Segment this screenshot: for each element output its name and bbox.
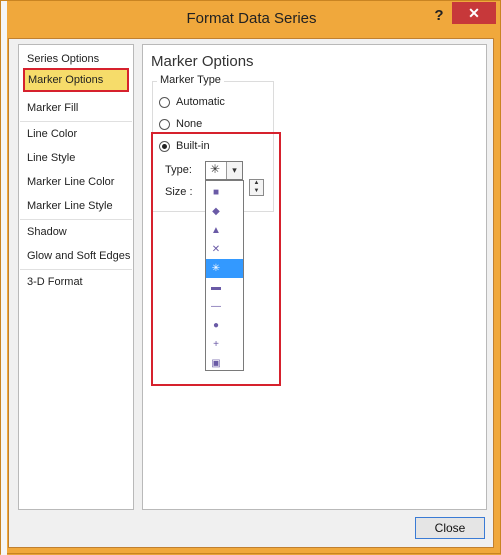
nav-item-line-color[interactable]: Line Color <box>27 128 77 140</box>
radio-none-label: None <box>176 118 203 130</box>
help-icon[interactable]: ? <box>432 7 446 24</box>
radio-none[interactable] <box>159 119 170 130</box>
nav-item-glow-soft-edges[interactable]: Glow and Soft Edges <box>27 250 130 262</box>
panel-title: Marker Options <box>151 53 254 70</box>
nav-item-marker-line-color[interactable]: Marker Line Color <box>27 176 114 188</box>
spreadsheet-background <box>1 1 7 555</box>
close-button[interactable]: Close <box>415 517 485 539</box>
nav-item-label: Marker Options <box>28 74 104 86</box>
format-data-series-window: Format Data Series ? ✕ Series Options Ma… <box>0 0 501 555</box>
window-title: Format Data Series <box>186 10 317 27</box>
title-bar[interactable]: Format Data Series ? ✕ <box>1 1 501 37</box>
radio-automatic[interactable] <box>159 97 170 108</box>
builtin-highlight-box <box>151 132 281 386</box>
nav-divider <box>20 121 132 122</box>
nav-item-shadow[interactable]: Shadow <box>27 226 67 238</box>
nav-item-marker-options[interactable]: Marker Options <box>23 68 129 92</box>
nav-divider <box>20 219 132 220</box>
radio-automatic-label: Automatic <box>176 96 225 108</box>
group-label: Marker Type <box>157 74 224 86</box>
nav-item-series-options[interactable]: Series Options <box>27 53 99 65</box>
nav-item-marker-line-style[interactable]: Marker Line Style <box>27 200 113 212</box>
nav-item-3d-format[interactable]: 3-D Format <box>27 276 83 288</box>
nav-divider <box>20 269 132 270</box>
close-window-button[interactable]: ✕ <box>452 2 496 24</box>
category-list: Series Options Marker Options Marker Fil… <box>18 44 134 510</box>
nav-item-line-style[interactable]: Line Style <box>27 152 75 164</box>
nav-item-marker-fill[interactable]: Marker Fill <box>27 102 78 114</box>
